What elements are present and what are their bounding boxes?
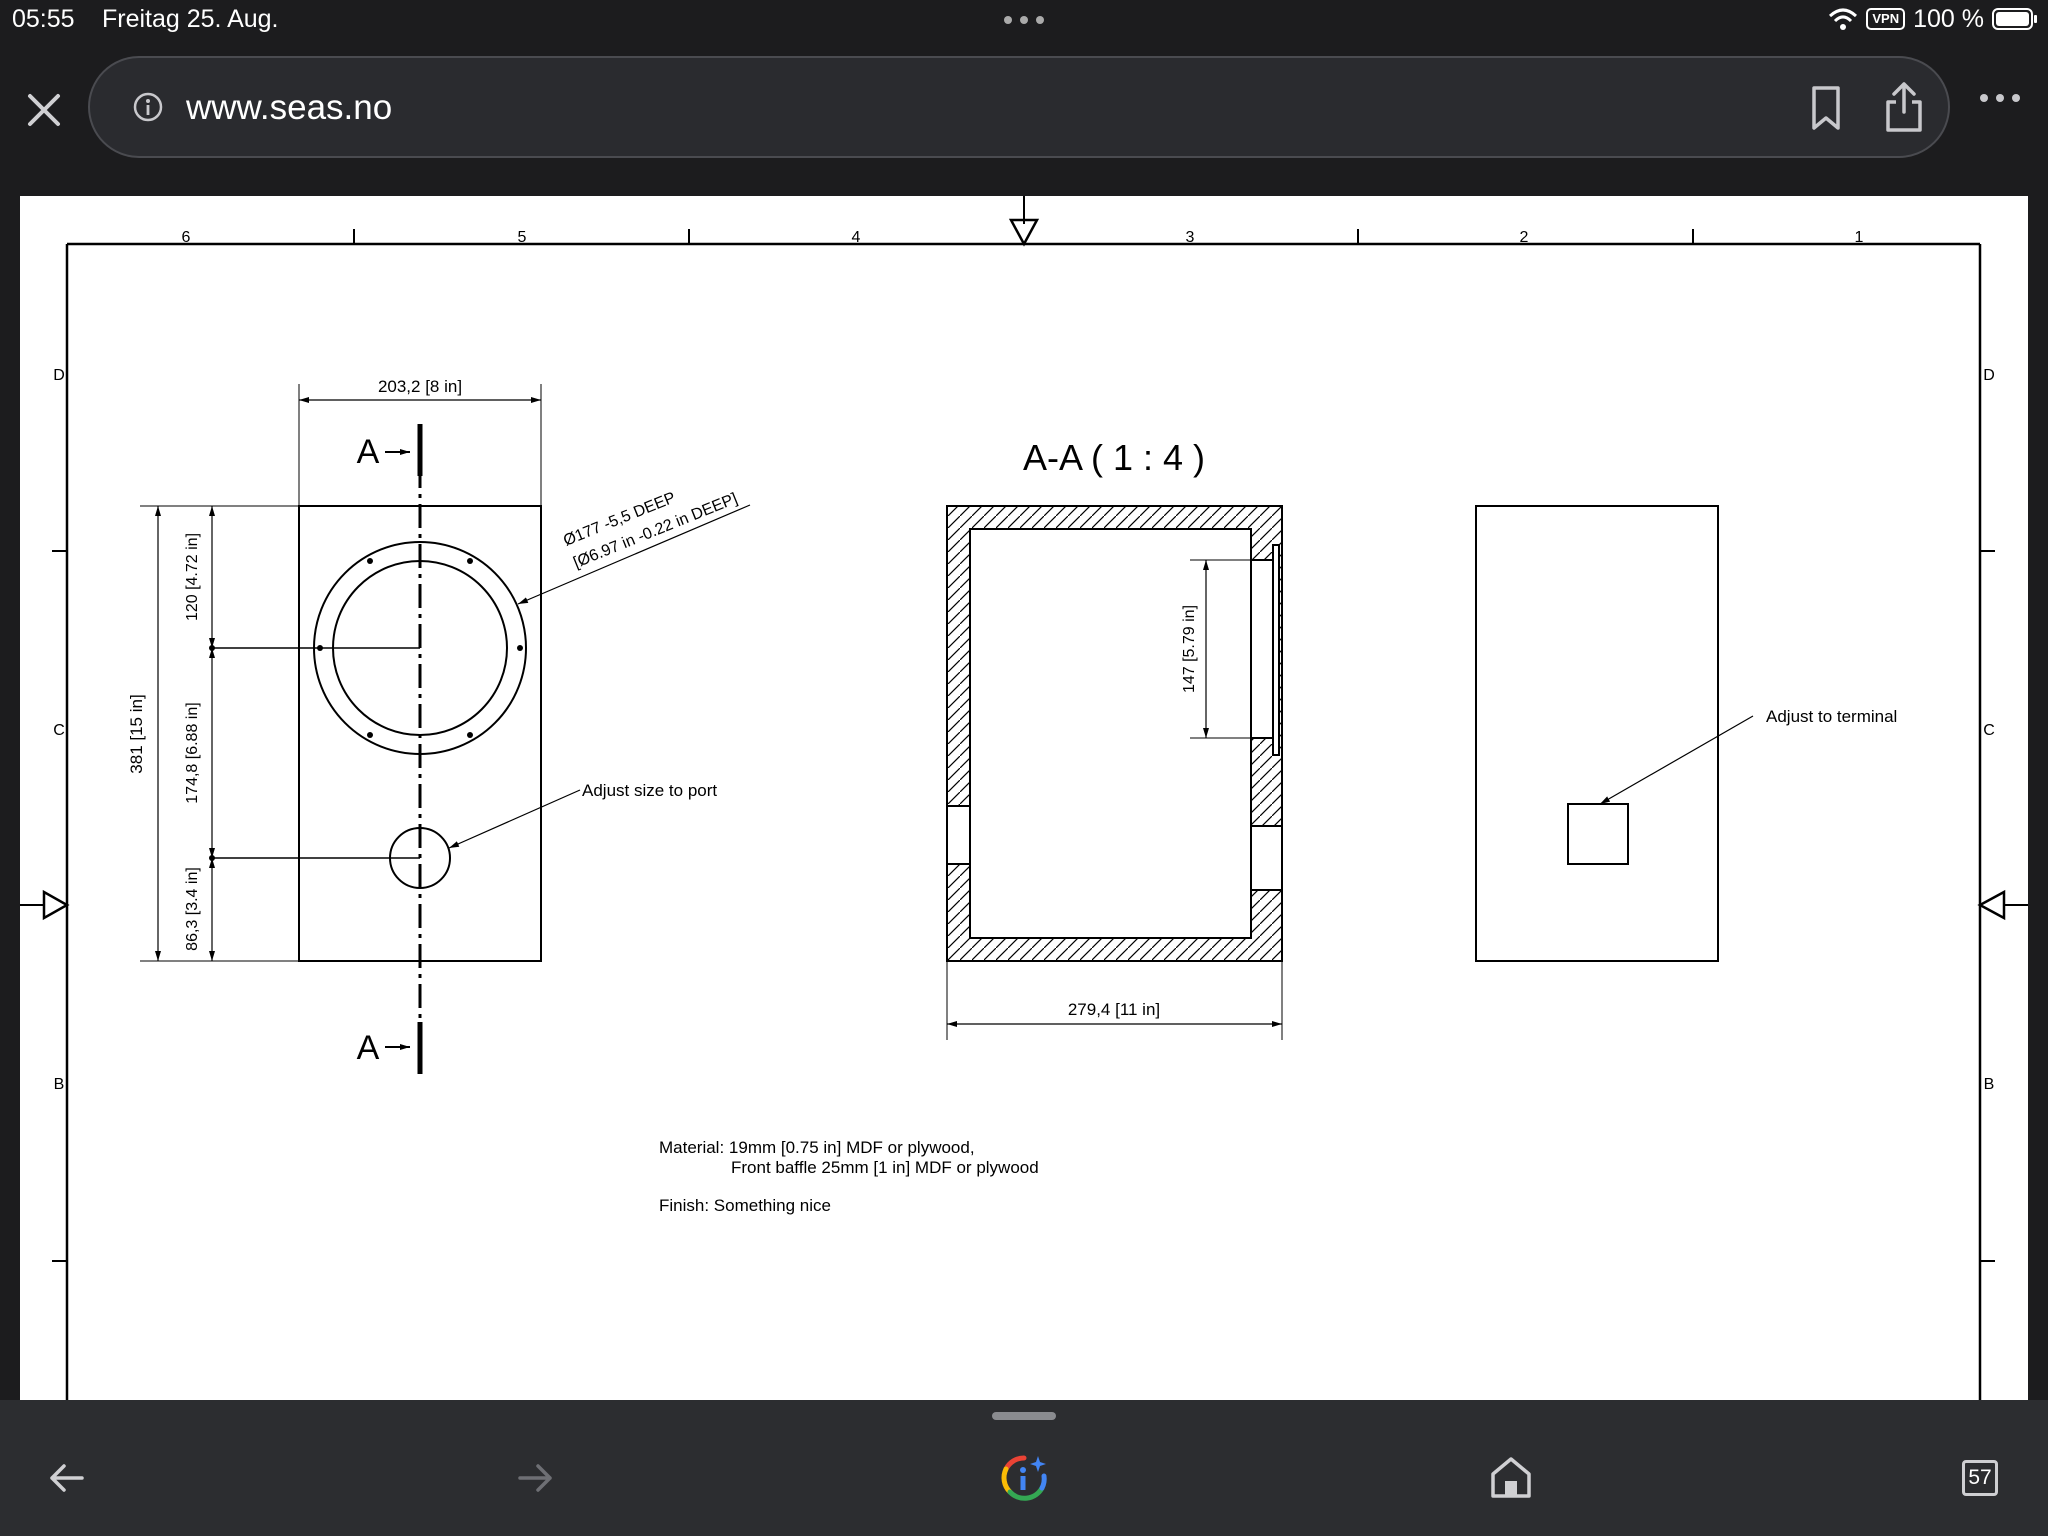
section-view-title: A-A ( 1 : 4 ): [1023, 437, 1205, 478]
battery-icon: [1992, 8, 2037, 30]
frame-row-label: B: [54, 1076, 65, 1093]
front-view: [140, 384, 751, 1074]
driver-offset-dimension: 120 [4.72 in]: [184, 533, 201, 621]
more-options-icon[interactable]: [1976, 86, 2024, 110]
tab-switcher-button[interactable]: 57: [1962, 1460, 1998, 1496]
front-height-dimension: 381 [15 in]: [127, 694, 146, 773]
bookmark-icon[interactable]: [1806, 84, 1846, 132]
status-date: Freitag 25. Aug.: [102, 5, 279, 33]
google-lens-info-icon[interactable]: [998, 1452, 1050, 1504]
section-view: [946, 505, 1283, 1040]
vpn-badge: VPN: [1866, 8, 1906, 30]
multitasking-dots-icon[interactable]: [1000, 4, 1048, 32]
recess-dimension: 147 [5.79 in]: [1181, 605, 1198, 693]
page-viewport[interactable]: 6 5 4 3 2 1 D C B D C B 203,2 [8 in] 381…: [0, 178, 2048, 1400]
cabinet-drawing: 6 5 4 3 2 1 D C B D C B 203,2 [8 in] 381…: [20, 196, 2028, 1400]
bolt-holes: [209, 558, 523, 861]
drawing-frame: [20, 196, 2028, 1400]
finish-note: Finish: Something nice: [659, 1196, 831, 1215]
frame-col-label: 3: [1186, 229, 1195, 246]
wifi-icon: [1829, 8, 1858, 30]
close-icon[interactable]: [22, 88, 66, 132]
port-offset-dimension: 86,3 [3.4 in]: [184, 867, 201, 951]
frame-row-label: C: [53, 722, 65, 739]
baffle-note: Front baffle 25mm [1 in] MDF or plywood: [731, 1158, 1039, 1177]
frame-row-label: B: [1984, 1076, 1995, 1093]
frame-row-label: C: [1983, 722, 1995, 739]
frame-row-label: D: [1983, 367, 1995, 384]
browser-toolbar: www.seas.no: [0, 40, 2048, 178]
toolbar-grab-handle[interactable]: [992, 1412, 1056, 1420]
frame-col-label: 2: [1520, 229, 1529, 246]
section-mark-top: A: [357, 433, 380, 471]
url-text[interactable]: www.seas.no: [186, 88, 392, 128]
depth-dimension: 279,4 [11 in]: [1068, 1000, 1160, 1019]
bottom-toolbar: 57: [0, 1400, 2048, 1536]
port-spacing-dimension: 174,8 [6.88 in]: [184, 702, 201, 803]
status-bar: 05:55 Freitag 25. Aug. VPN 100 %: [0, 0, 2048, 40]
forward-arrow-icon[interactable]: [516, 1460, 556, 1496]
address-bar[interactable]: www.seas.no: [88, 56, 1950, 158]
back-arrow-icon[interactable]: [46, 1460, 86, 1496]
frame-row-label: D: [53, 367, 65, 384]
share-icon[interactable]: [1882, 80, 1926, 134]
status-time: 05:55: [12, 5, 75, 33]
battery-percent: 100 %: [1913, 4, 1984, 33]
front-width-dimension: 203,2 [8 in]: [378, 377, 462, 396]
home-icon[interactable]: [1488, 1454, 1534, 1500]
frame-col-label: 1: [1855, 229, 1864, 246]
info-icon[interactable]: [132, 91, 164, 123]
frame-col-label: 6: [182, 229, 191, 246]
rear-view: [1475, 505, 1754, 962]
terminal-note: Adjust to terminal: [1766, 707, 1897, 726]
port-note: Adjust size to port: [582, 781, 717, 800]
technical-drawing-page: 6 5 4 3 2 1 D C B D C B 203,2 [8 in] 381…: [20, 196, 2028, 1400]
section-mark-bottom: A: [357, 1029, 380, 1067]
frame-col-label: 4: [852, 229, 861, 246]
material-note: Material: 19mm [0.75 in] MDF or plywood,: [659, 1138, 975, 1157]
frame-col-label: 5: [518, 229, 527, 246]
